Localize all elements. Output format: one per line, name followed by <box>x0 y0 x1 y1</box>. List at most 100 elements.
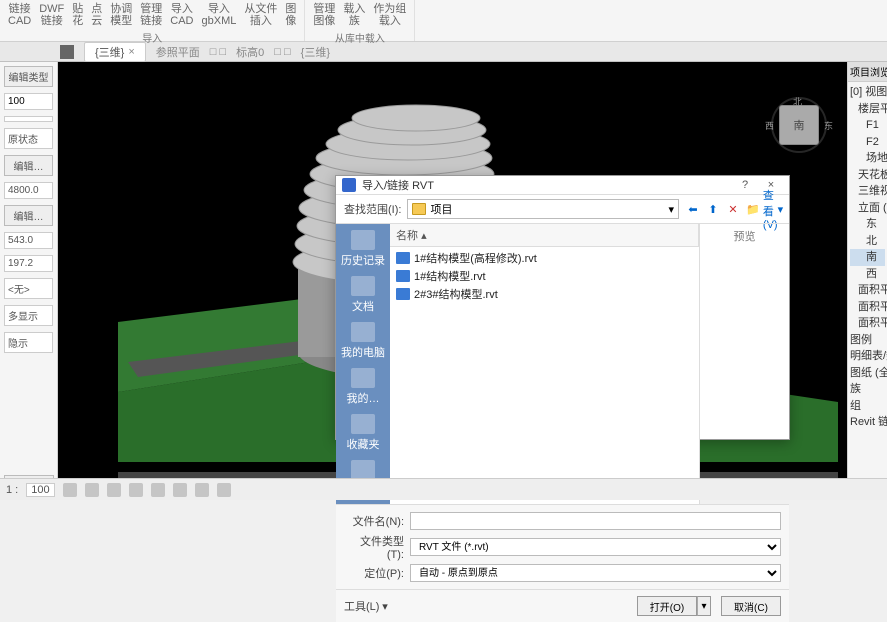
ribbon-btn-manage-images[interactable]: 管理图像 <box>311 2 337 28</box>
col-name[interactable]: 名称 <box>396 230 418 242</box>
none-cell[interactable]: <无> <box>4 278 53 299</box>
ribbon-btn-pointcloud[interactable]: 点云 <box>89 2 104 28</box>
edit-button[interactable]: 编辑… <box>4 205 53 226</box>
ribbon-btn-coord[interactable]: 协调模型 <box>108 2 134 28</box>
tree-node[interactable]: 族 <box>850 381 885 398</box>
place-icon <box>351 276 375 296</box>
nav-delete-icon[interactable]: ✕ <box>725 201 741 217</box>
view-link[interactable]: {三维} <box>301 44 330 60</box>
ribbon-group-label: 从库中载入 <box>335 30 385 45</box>
project-browser: 项目浏览器 - 项 [0] 视图 (全楼层平面F1F2场地天花板平面三维视图立面… <box>847 62 887 478</box>
tree-node[interactable]: 面积平面 <box>850 299 885 316</box>
tree-node[interactable]: 图纸 (全 <box>850 365 885 382</box>
ribbon-btn-decal[interactable]: 贴花 <box>70 2 85 28</box>
nav-up-icon[interactable]: ⬆ <box>705 201 721 217</box>
tree-node[interactable]: 南 <box>850 249 885 266</box>
close-icon[interactable]: × <box>128 46 134 58</box>
file-row[interactable]: 1#结构模型.rvt <box>390 267 699 285</box>
file-row[interactable]: 2#3#结构模型.rvt <box>390 285 699 303</box>
tree-node[interactable]: 组 <box>850 398 885 415</box>
place-item[interactable]: 文档 <box>351 276 375 314</box>
filename-input[interactable] <box>410 512 781 530</box>
statusbar-icon[interactable] <box>107 483 121 497</box>
sort-icon[interactable]: ▴ <box>421 230 427 242</box>
place-item[interactable]: 历史记录 <box>341 230 385 268</box>
ribbon-btn-load-group[interactable]: 作为组载入 <box>371 2 408 28</box>
tools-dropdown[interactable]: 工具(L) ▾ <box>344 598 388 614</box>
look-in-combo[interactable]: 项目 ▾ <box>407 199 679 219</box>
tree-node[interactable]: 北 <box>850 233 885 250</box>
file-list-header[interactable]: 名称 ▴ <box>390 224 699 247</box>
section-cell[interactable] <box>4 116 53 122</box>
place-item[interactable]: 收藏夹 <box>347 414 380 452</box>
place-item[interactable]: 我的… <box>347 368 380 406</box>
statusbar-icon[interactable] <box>173 483 187 497</box>
filetype-select[interactable]: RVT 文件 (*.rvt) <box>410 538 781 556</box>
position-select[interactable]: 自动 - 原点到原点 <box>410 564 781 582</box>
chevron-down-icon[interactable]: ▾ <box>668 203 674 216</box>
ribbon-btn-dwf[interactable]: DWF链接 <box>37 2 66 28</box>
ribbon-btn-manage-links[interactable]: 管理链接 <box>138 2 164 28</box>
tree-node[interactable]: 楼层平面 <box>850 101 885 118</box>
rvt-file-icon <box>396 270 410 282</box>
statusbar-icon[interactable] <box>151 483 165 497</box>
project-tree[interactable]: [0] 视图 (全楼层平面F1F2场地天花板平面三维视图立面 (建东北南西面积平… <box>848 82 887 433</box>
viewcube[interactable]: 南 北 东 西 <box>771 97 827 153</box>
cancel-button[interactable]: 取消(C) <box>721 596 781 616</box>
value-cell[interactable]: 197.2 <box>4 255 53 272</box>
statusbar-icon[interactable] <box>129 483 143 497</box>
nav-back-icon[interactable]: ⬅ <box>685 201 701 217</box>
scale-value[interactable]: 100 <box>26 483 54 497</box>
home-icon[interactable] <box>60 45 74 59</box>
place-icon <box>351 322 375 342</box>
ribbon-btn-fromfile[interactable]: 从文件插入 <box>242 2 279 28</box>
nav-newfolder-icon[interactable]: 📁 <box>745 201 761 217</box>
view-link[interactable]: 标高0 <box>236 44 264 60</box>
tree-node[interactable]: 立面 (建 <box>850 200 885 217</box>
file-row[interactable]: 1#结构模型(高程修改).rvt <box>390 249 699 267</box>
open-dropdown[interactable]: ▾ <box>697 596 711 616</box>
open-button[interactable]: 打开(O) <box>637 596 697 616</box>
tree-node[interactable]: 西 <box>850 266 885 283</box>
orig-state: 原状态 <box>4 128 53 149</box>
tree-node[interactable]: 场地 <box>850 150 885 167</box>
statusbar-icon[interactable] <box>217 483 231 497</box>
tree-node[interactable]: 面积平面 <box>850 282 885 299</box>
tree-node[interactable]: F2 <box>850 134 885 151</box>
viewcube-west[interactable]: 西 <box>765 119 774 132</box>
ribbon-btn-image[interactable]: 图像 <box>283 2 298 28</box>
viewcube-north[interactable]: 北 <box>793 95 802 108</box>
ribbon-btn-load-family[interactable]: 载入族 <box>341 2 367 28</box>
help-button[interactable]: ? <box>733 176 757 194</box>
dialog-titlebar[interactable]: 导入/链接 RVT ? × <box>336 176 789 195</box>
views-button[interactable]: 查看(V)▾ <box>765 201 781 217</box>
statusbar-icon[interactable] <box>195 483 209 497</box>
rvt-file-icon <box>396 288 410 300</box>
tree-node[interactable]: 明细表/数 <box>850 348 885 365</box>
viewcube-east[interactable]: 东 <box>824 119 833 132</box>
ribbon-btn-import-gbxml[interactable]: 导入gbXML <box>200 2 239 28</box>
tree-node[interactable]: 东 <box>850 216 885 233</box>
tree-node[interactable]: 天花板平面 <box>850 167 885 184</box>
view-link[interactable]: 参照平面 <box>156 44 200 60</box>
file-rows[interactable]: 1#结构模型(高程修改).rvt1#结构模型.rvt2#3#结构模型.rvt <box>390 247 699 504</box>
tree-node[interactable]: 三维视图 <box>850 183 885 200</box>
tree-node[interactable]: 图例 <box>850 332 885 349</box>
tree-node[interactable]: Revit 链接 <box>850 414 885 431</box>
tree-node[interactable]: [0] 视图 (全 <box>850 84 885 101</box>
view-tab-3d[interactable]: {三维} × <box>84 42 146 62</box>
edit-type-button[interactable]: 编辑类型 <box>4 66 53 87</box>
tree-node[interactable]: F1 <box>850 117 885 134</box>
place-item[interactable]: 我的电脑 <box>341 322 385 360</box>
ribbon-btn-link-cad[interactable]: 链接CAD <box>6 2 33 28</box>
tree-node[interactable]: 面积平面 <box>850 315 885 332</box>
statusbar-icon[interactable] <box>85 483 99 497</box>
value-cell[interactable]: 543.0 <box>4 232 53 249</box>
scale-input[interactable] <box>4 93 53 110</box>
ribbon-btn-import-cad[interactable]: 导入CAD <box>168 2 195 28</box>
viewcube-face[interactable]: 南 <box>779 105 819 145</box>
statusbar-icon[interactable] <box>63 483 77 497</box>
file-name: 2#3#结构模型.rvt <box>414 286 498 302</box>
value-cell[interactable]: 4800.0 <box>4 182 53 199</box>
edit-button[interactable]: 编辑… <box>4 155 53 176</box>
